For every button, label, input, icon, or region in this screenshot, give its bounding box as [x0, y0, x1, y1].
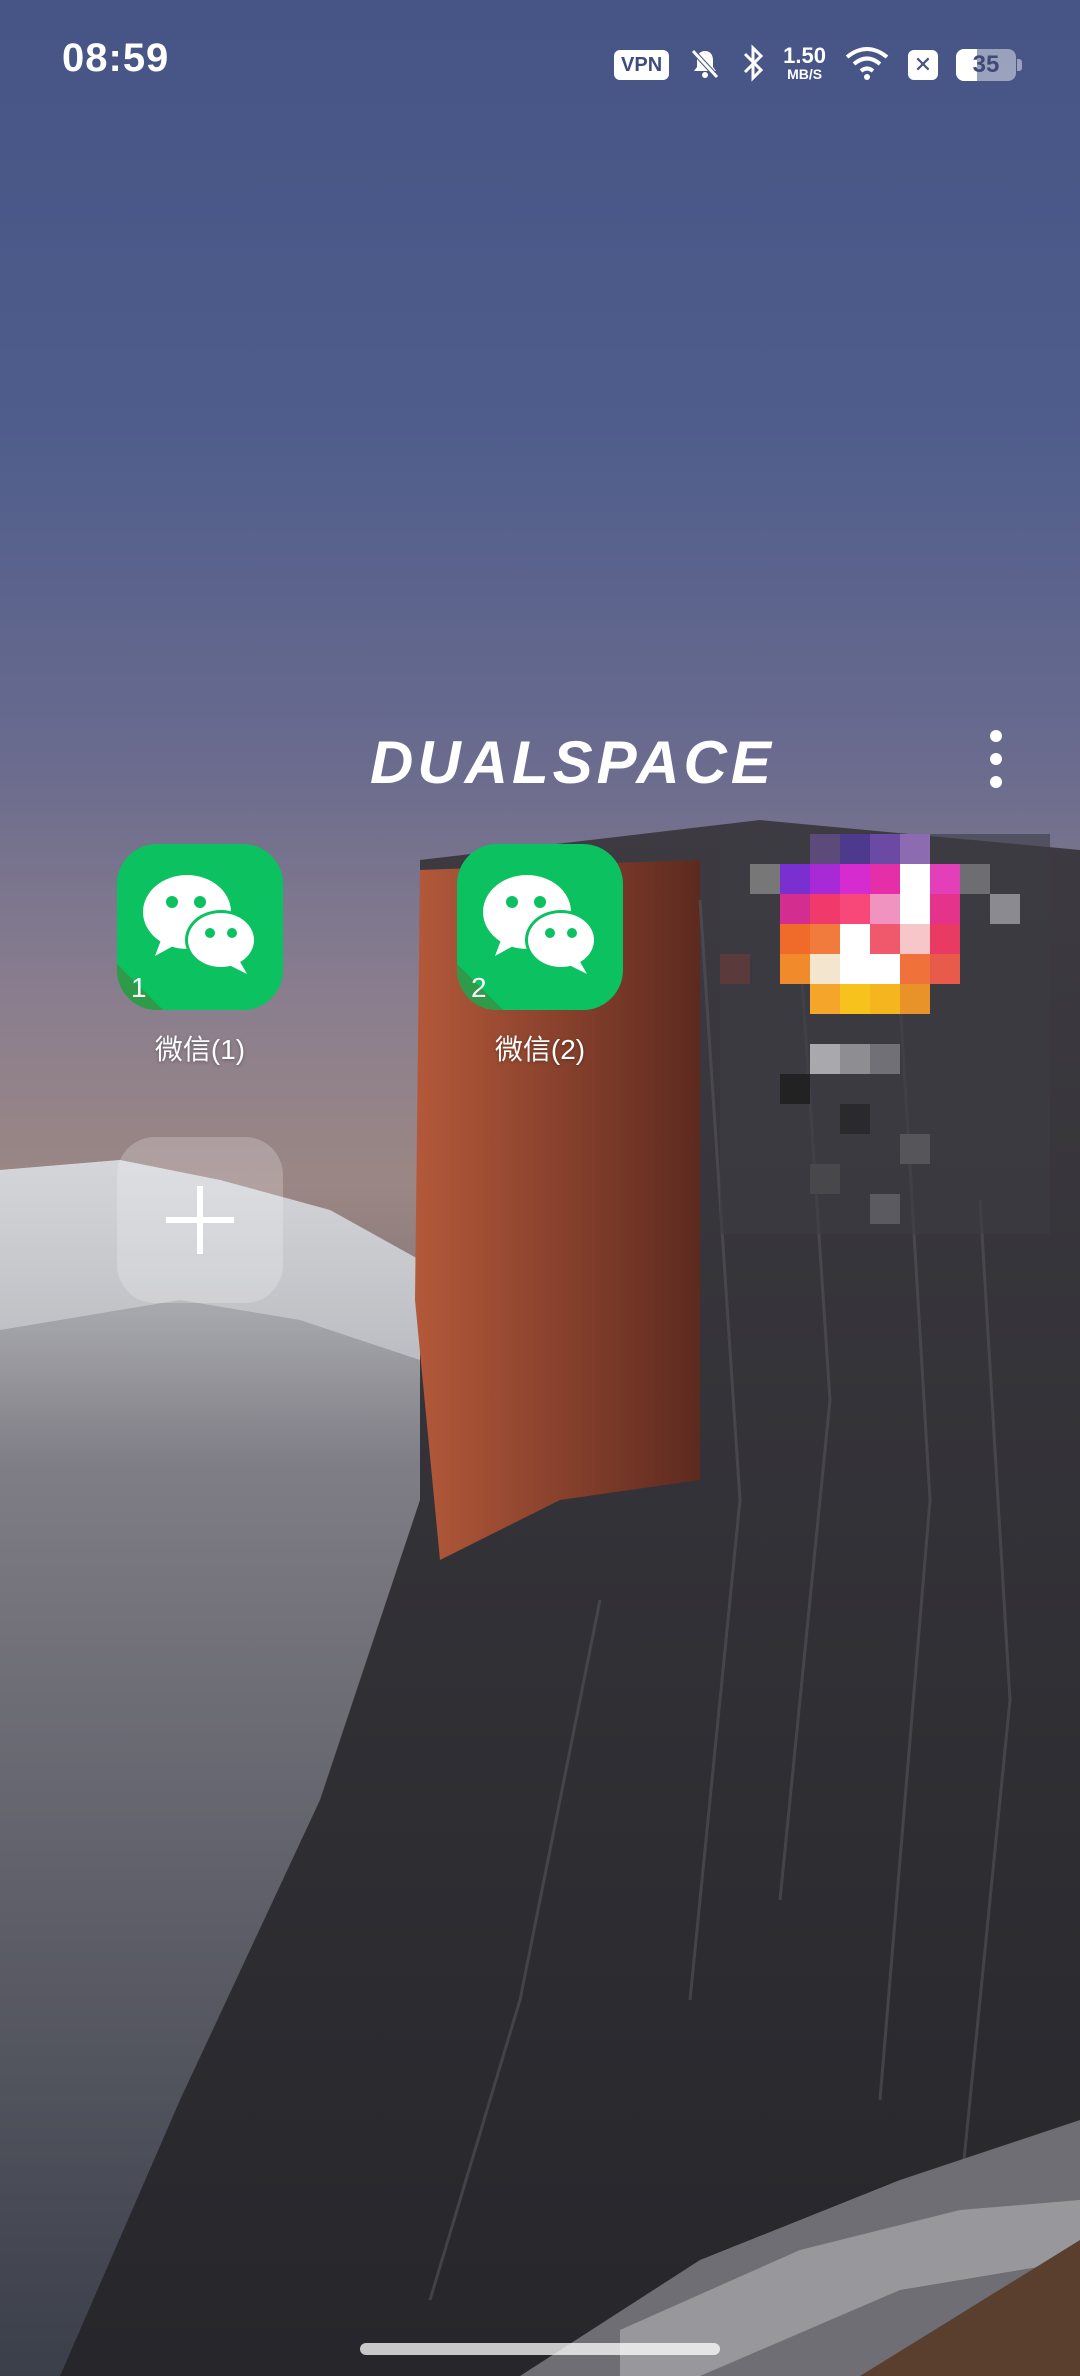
- battery-icon: 35: [956, 49, 1022, 81]
- app-label: 微信(2): [494, 1034, 586, 1065]
- bluetooth-icon: [741, 43, 765, 87]
- app-label: 微信(1): [154, 1034, 246, 1065]
- mute-bell-icon: [687, 45, 723, 86]
- more-options-button[interactable]: [976, 724, 1016, 794]
- vpn-badge: VPN: [614, 50, 670, 80]
- clone-number: 2: [471, 972, 487, 1003]
- add-app-button[interactable]: [117, 1137, 283, 1303]
- status-icons: VPN 1.50 MB/S ✕ 35: [614, 40, 1022, 90]
- status-time: 08:59: [62, 36, 170, 80]
- home-indicator[interactable]: [360, 2343, 720, 2355]
- more-vertical-icon-dot: [990, 752, 1002, 765]
- wechat-icon[interactable]: 1: [117, 844, 283, 1010]
- battery-level: 35: [972, 51, 1000, 78]
- app-item-wechat-1[interactable]: 1 微信(1): [100, 844, 300, 1068]
- network-speed-value: 1.50: [783, 43, 826, 68]
- app-item-wechat-2[interactable]: 2 微信(2): [440, 844, 640, 1068]
- network-speed-unit: MB/S: [787, 66, 823, 82]
- battery-tip: [1017, 59, 1022, 71]
- redacted-app-tile[interactable]: [720, 834, 1050, 1234]
- close-badge-icon: ✕: [908, 50, 938, 80]
- more-vertical-icon: [990, 729, 1002, 742]
- wechat-icon[interactable]: 2: [457, 844, 623, 1010]
- network-speed: 1.50 MB/S: [783, 43, 826, 83]
- clone-number: 1: [131, 972, 147, 1003]
- status-bar: 08:59 VPN 1.50 MB/S ✕ 35: [0, 0, 1080, 130]
- dualspace-logo: DUALSPACE: [370, 729, 775, 796]
- plus-icon: [166, 1186, 234, 1254]
- dual-space-screen: 08:59 VPN 1.50 MB/S ✕ 35 DUALSPACE 1 微信(…: [0, 0, 1080, 2376]
- wifi-icon: [844, 45, 890, 86]
- more-vertical-icon-dot: [990, 776, 1002, 789]
